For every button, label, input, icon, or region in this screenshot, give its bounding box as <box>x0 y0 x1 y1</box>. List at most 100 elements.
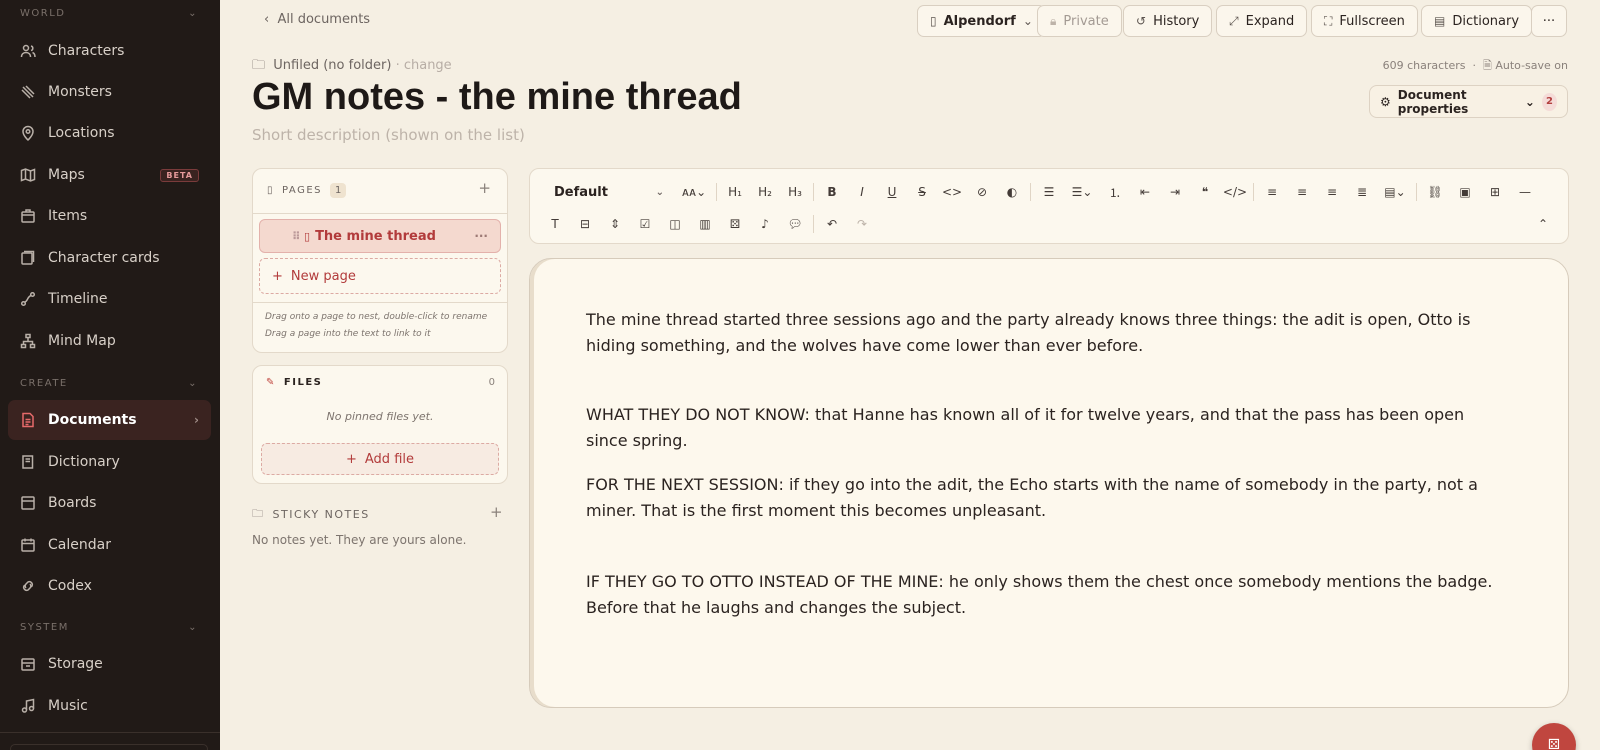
align-left-icon[interactable]: ≡ <box>1259 179 1285 205</box>
page-menu-icon[interactable]: ··· <box>474 229 488 243</box>
sidebar-item-dictionary[interactable]: Dictionary <box>8 442 211 482</box>
page-break-icon[interactable]: ⊟ <box>572 211 598 237</box>
heading1-icon[interactable]: H₁ <box>722 179 748 205</box>
more-icon: ··· <box>1542 13 1556 29</box>
redo-icon[interactable]: ↷ <box>849 211 875 237</box>
align-center-icon[interactable]: ≡ <box>1289 179 1315 205</box>
music-note-icon[interactable]: ♪ <box>752 211 778 237</box>
page-item[interactable]: ⠿ ▯ The mine thread ··· <box>259 219 501 253</box>
back-link[interactable]: ‹ All documents <box>264 12 370 27</box>
undo-icon[interactable]: ↶ <box>819 211 845 237</box>
sidebar-item-music[interactable]: Music <box>8 686 211 726</box>
sidebar-item-label: Codex <box>48 578 92 594</box>
sidebar-item-codex[interactable]: Codex <box>8 566 211 606</box>
sidebar-footer-box[interactable] <box>10 744 208 750</box>
section-create[interactable]: CREATE ⌄ <box>20 378 198 389</box>
world-selector[interactable]: ▯ Alpendorf ⌄ <box>917 5 1046 37</box>
spoiler-icon[interactable]: ⊘ <box>969 179 995 205</box>
outdent-icon[interactable]: ⇤ <box>1132 179 1158 205</box>
clear-format-icon[interactable]: T <box>542 211 568 237</box>
map-icon <box>20 168 36 182</box>
drag-handle-icon[interactable]: ⠿ <box>292 230 301 243</box>
pages-header: ▯ PAGES 1 <box>267 183 347 198</box>
section-world[interactable]: WORLD ⌄ <box>20 8 198 19</box>
comment-icon[interactable]: 💬︎ <box>782 211 808 237</box>
align-justify-icon[interactable]: ≣ <box>1349 179 1375 205</box>
dice-icon[interactable]: ⚄ <box>722 211 748 237</box>
sidebar-item-monsters[interactable]: Monsters <box>8 72 211 112</box>
plus-icon: + <box>272 268 283 284</box>
add-file-button[interactable]: + Add file <box>261 443 499 475</box>
history-button[interactable]: ↺ History <box>1123 5 1213 37</box>
sidebar-item-documents[interactable]: Documents › <box>8 400 211 440</box>
table-options-icon[interactable]: ▤⌄ <box>1379 179 1411 205</box>
sidebar-item-items[interactable]: Items <box>8 196 211 236</box>
fullscreen-icon: ⛶ <box>1324 13 1333 28</box>
heading2-icon[interactable]: H₂ <box>752 179 778 205</box>
autosave-status[interactable]: Auto-save on <box>1495 59 1568 72</box>
sidebar-item-locations[interactable]: Locations <box>8 113 211 153</box>
page-title[interactable]: GM notes - the mine thread <box>252 76 742 119</box>
new-page-button[interactable]: + New page <box>259 258 501 294</box>
indent-icon[interactable]: ⇥ <box>1162 179 1188 205</box>
bullet-list-icon[interactable]: ☰ <box>1036 179 1062 205</box>
editor-paragraph[interactable]: FOR THE NEXT SESSION: if they go into th… <box>586 472 1506 524</box>
sidebar-item-maps[interactable]: Maps BETA <box>8 155 211 195</box>
editor-paragraph[interactable]: WHAT THEY DO NOT KNOW: that Hanne has kn… <box>586 402 1506 454</box>
sidebar-item-label: Dictionary <box>48 454 120 470</box>
save-icon: 🗎 <box>1482 59 1492 72</box>
heading3-icon[interactable]: H₃ <box>782 179 808 205</box>
font-size-icon[interactable]: ᴀᴀ⌄ <box>678 179 710 205</box>
more-button[interactable]: ··· <box>1531 5 1567 37</box>
italic-icon[interactable]: I <box>849 179 875 205</box>
sticky-notes-header: 🗀 STICKY NOTES <box>252 505 370 524</box>
block-style-select[interactable]: Default ⌄ <box>554 179 664 205</box>
horizontal-rule-icon[interactable]: — <box>1512 179 1538 205</box>
inline-code-icon[interactable]: <> <box>939 179 965 205</box>
table-icon[interactable]: ⊞ <box>1482 179 1508 205</box>
sidebar-item-boards[interactable]: Boards <box>8 483 211 523</box>
dictionary-button[interactable]: ▤ Dictionary <box>1421 5 1533 37</box>
list-style-icon[interactable]: ☰⌄ <box>1066 179 1098 205</box>
sidebar-item-timeline[interactable]: Timeline <box>8 279 211 319</box>
add-sticky-note-icon[interactable]: + <box>490 503 503 521</box>
change-folder-link[interactable]: · change <box>396 58 452 73</box>
chevron-down-icon: ⌄ <box>655 186 664 198</box>
private-button[interactable]: 🔒︎ Private <box>1037 5 1122 37</box>
fullscreen-button[interactable]: ⛶ Fullscreen <box>1311 5 1418 37</box>
editor-area[interactable]: The mine thread started three sessions a… <box>529 258 1569 708</box>
link-icon[interactable]: ⛓ <box>1422 179 1448 205</box>
blockquote-icon[interactable]: ❝ <box>1192 179 1218 205</box>
section-system[interactable]: SYSTEM ⌄ <box>20 622 198 633</box>
sidebar-item-calendar[interactable]: Calendar <box>8 525 211 565</box>
underline-icon[interactable]: U <box>879 179 905 205</box>
editor-paragraph[interactable]: The mine thread started three sessions a… <box>586 307 1506 359</box>
chevron-up-icon[interactable]: ⌃ <box>1530 211 1556 237</box>
palette-icon[interactable]: ◐ <box>999 179 1025 205</box>
strikethrough-icon[interactable]: S <box>909 179 935 205</box>
history-icon: ↺ <box>1136 14 1147 28</box>
short-description-input[interactable]: Short description (shown on the list) <box>252 126 525 144</box>
sidebar-item-character-cards[interactable]: Character cards <box>8 238 211 278</box>
image-icon[interactable]: ▣ <box>1452 179 1478 205</box>
three-columns-icon[interactable]: ▥ <box>692 211 718 237</box>
sidebar: WORLD ⌄ Characters Monsters Locations Map… <box>0 0 220 750</box>
sidebar-item-storage[interactable]: Storage <box>8 644 211 684</box>
add-page-icon[interactable]: + <box>478 179 491 197</box>
dice-fab-button[interactable]: ⚄ <box>1532 723 1576 750</box>
editor-paragraph[interactable]: IF THEY GO TO OTTO INSTEAD OF THE MINE: … <box>586 569 1506 621</box>
task-list-icon[interactable]: ☑ <box>632 211 658 237</box>
sidebar-item-mind-map[interactable]: Mind Map <box>8 321 211 361</box>
bold-icon[interactable]: B <box>819 179 845 205</box>
divider <box>813 215 814 233</box>
columns-icon[interactable]: ◫ <box>662 211 688 237</box>
document-properties-button[interactable]: ⚙ Document properties ⌄ 2 <box>1369 85 1568 118</box>
chevron-down-icon: ⌄ <box>188 378 198 389</box>
align-right-icon[interactable]: ≡ <box>1319 179 1345 205</box>
ordered-list-icon[interactable]: ⒈ <box>1102 179 1128 205</box>
collapse-icon[interactable]: ⇕ <box>602 211 628 237</box>
code-block-icon[interactable]: </> <box>1222 179 1248 205</box>
sidebar-item-characters[interactable]: Characters <box>8 31 211 71</box>
sidebar-item-label: Monsters <box>48 84 112 100</box>
expand-button[interactable]: ⤢ Expand <box>1216 5 1308 37</box>
